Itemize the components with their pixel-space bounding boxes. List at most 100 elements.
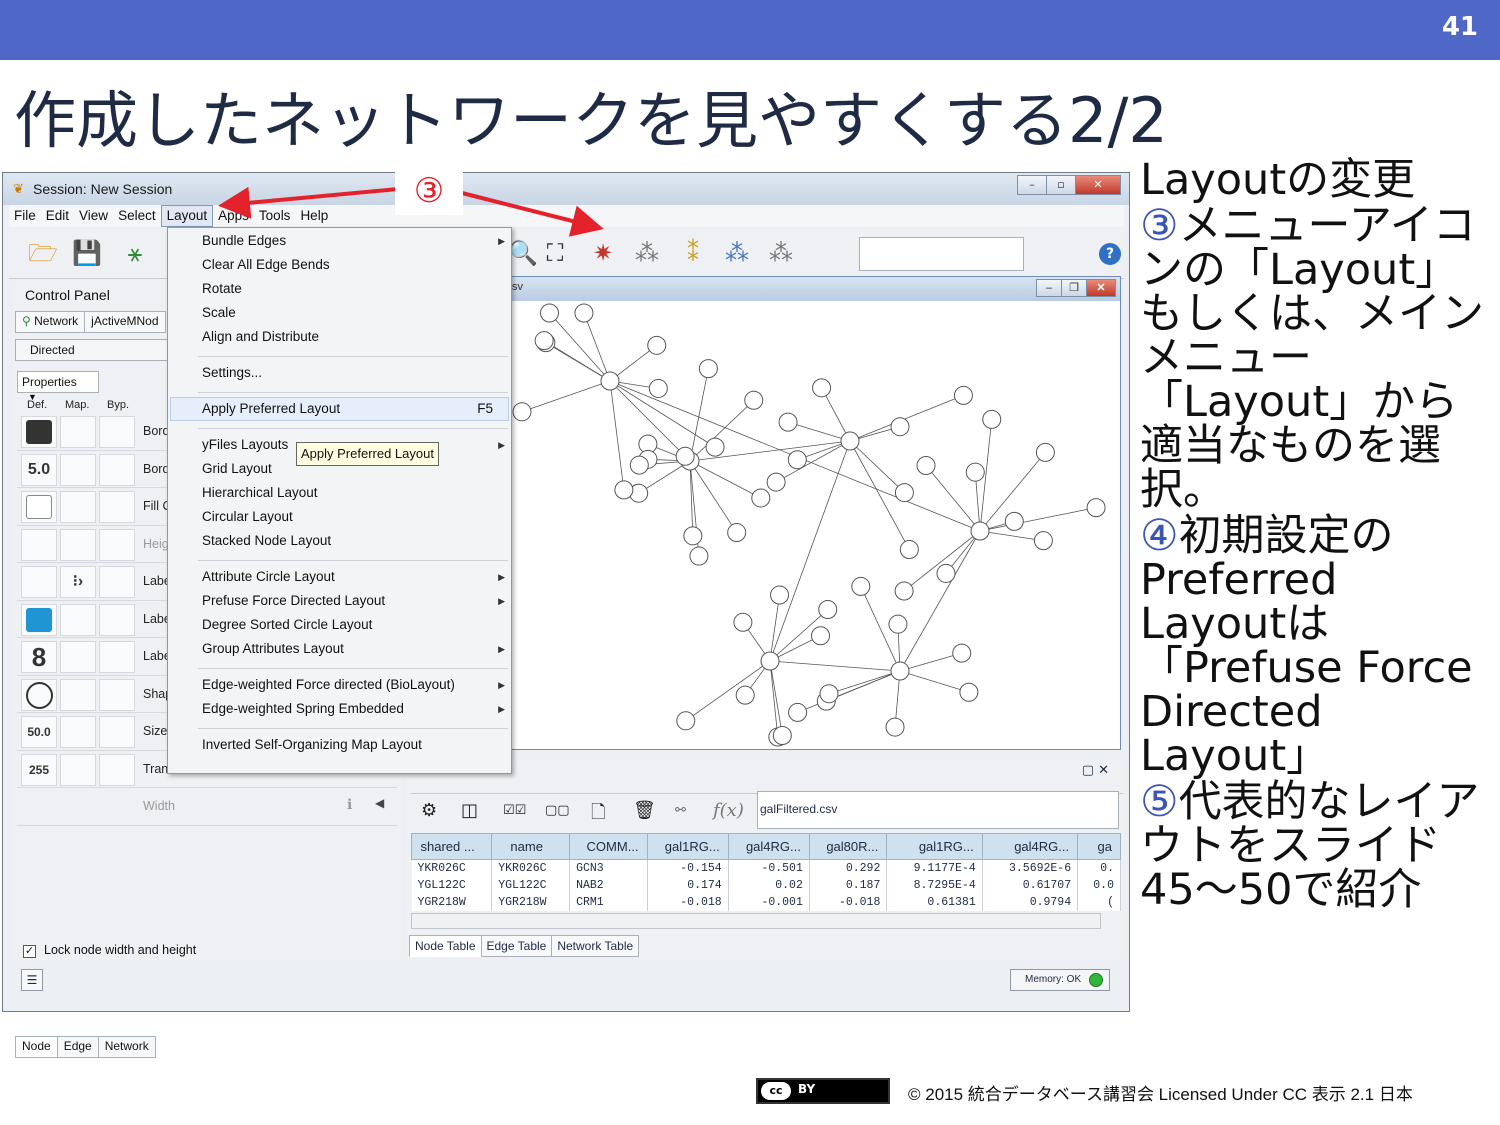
shape-ellipse-icon[interactable]	[21, 678, 57, 711]
network-edge[interactable]	[849, 394, 964, 442]
border-color-swatch[interactable]	[21, 416, 57, 448]
search-input[interactable]	[859, 237, 1024, 271]
menu-view[interactable]: View	[74, 206, 113, 228]
menu-item-degree-sorted-circle[interactable]: Degree Sorted Circle Layout	[202, 614, 372, 636]
tab-network-style[interactable]: Network	[97, 1036, 156, 1058]
network-edge[interactable]	[583, 312, 611, 382]
chevron-left-icon[interactable]: ◀	[375, 796, 384, 810]
menu-item-grid-layout[interactable]: Grid Layout	[202, 458, 272, 480]
label-mapping-icon[interactable]: ⁝›	[60, 566, 96, 598]
network-node[interactable]	[733, 612, 753, 632]
show-hidden-icon[interactable]: ⁂	[765, 237, 797, 269]
node-table[interactable]: shared ... name COMM... gal1RG... gal4RG…	[410, 833, 1121, 911]
tab-node-table[interactable]: Node Table	[409, 935, 482, 957]
zoom-selected-icon[interactable]: ⛶	[539, 237, 571, 269]
network-node[interactable]	[705, 437, 725, 457]
bypass-cell[interactable]	[99, 453, 135, 486]
column-header[interactable]: gal1RG...	[646, 833, 729, 860]
menu-tools[interactable]: Tools	[254, 206, 296, 228]
network-node[interactable]	[787, 450, 807, 470]
network-node[interactable]	[766, 472, 786, 492]
net-close-button[interactable]: ✕	[1086, 279, 1116, 297]
network-node[interactable]	[647, 335, 667, 355]
network-edge[interactable]	[685, 660, 771, 722]
bypass-cell[interactable]	[99, 678, 135, 711]
network-node[interactable]	[629, 455, 649, 475]
tab-jactivemodules[interactable]: jActiveMNod	[84, 311, 166, 333]
network-node[interactable]	[770, 585, 790, 605]
tab-edge[interactable]: Edge	[56, 1036, 99, 1058]
network-edge[interactable]	[775, 440, 851, 483]
close-button[interactable]: ✕	[1075, 175, 1121, 195]
menu-layout[interactable]: Layout	[160, 205, 214, 227]
network-node[interactable]	[772, 726, 792, 746]
column-header[interactable]: gal4RG...	[981, 833, 1079, 860]
network-node[interactable]	[760, 651, 780, 671]
network-edge[interactable]	[828, 670, 901, 695]
column-header[interactable]: ga	[1077, 833, 1121, 860]
apply-layout-icon[interactable]: ✷	[587, 237, 619, 269]
mapping-cell[interactable]	[60, 491, 96, 523]
network-node[interactable]	[648, 378, 668, 398]
bypass-cell[interactable]	[99, 528, 135, 561]
table-row[interactable]: YGR218W YGR218W CRM1 -0.018 -0.001 -0.018 0.61…	[411, 893, 1121, 911]
bypass-cell[interactable]	[99, 491, 135, 523]
network-node[interactable]	[1035, 442, 1055, 462]
new-column-icon[interactable]: 🗋	[591, 800, 605, 830]
height-value[interactable]	[21, 528, 57, 561]
menu-item-scale[interactable]: Scale	[202, 302, 236, 324]
network-node[interactable]	[818, 600, 838, 620]
network-node[interactable]	[600, 371, 620, 391]
menu-apps[interactable]: Apps	[213, 206, 254, 228]
menu-item-rotate[interactable]: Rotate	[202, 278, 242, 300]
task-history-icon[interactable]: ☰	[21, 969, 43, 991]
network-node[interactable]	[698, 359, 718, 379]
gear-icon[interactable]: ⚙	[421, 800, 437, 821]
network-node[interactable]	[1004, 511, 1024, 531]
column-header[interactable]: COMM...	[569, 833, 648, 860]
menu-item-circular-layout[interactable]: Circular Layout	[202, 506, 293, 528]
maximize-button[interactable]: ▫	[1046, 175, 1076, 195]
menu-item-settings[interactable]: Settings...	[202, 362, 262, 384]
link-icon[interactable]: ⚯	[675, 803, 686, 818]
network-node[interactable]	[683, 526, 703, 546]
network-node[interactable]	[676, 711, 696, 731]
network-node[interactable]	[735, 685, 755, 705]
menu-file[interactable]: File	[9, 206, 41, 228]
list-item[interactable]: Width ℹ ◀	[17, 788, 397, 826]
select-all-icon[interactable]: ☑☑	[503, 803, 526, 818]
bypass-cell[interactable]	[99, 566, 135, 598]
table-file-name[interactable]: galFiltered.csv	[757, 791, 1119, 829]
network-node[interactable]	[965, 462, 985, 482]
network-edge[interactable]	[899, 652, 962, 672]
mapping-cell[interactable]	[60, 453, 96, 486]
column-header[interactable]: shared ...	[410, 833, 493, 860]
save-icon[interactable]: 💾	[71, 237, 103, 269]
network-edge[interactable]	[797, 670, 901, 713]
network-node[interactable]	[1033, 531, 1053, 551]
column-header[interactable]: gal1RG...	[886, 833, 983, 860]
function-builder-button[interactable]: f(x)	[713, 800, 744, 821]
mapping-cell[interactable]	[60, 716, 96, 748]
network-node[interactable]	[890, 417, 910, 437]
menu-item-group-attributes[interactable]: Group Attributes Layout	[202, 638, 344, 660]
tab-edge-table[interactable]: Edge Table	[480, 935, 553, 957]
menu-item-clear-edge-bends[interactable]: Clear All Edge Bends	[202, 254, 330, 276]
menu-item-edge-weighted-force-directed[interactable]: Edge-weighted Force directed (BioLayout)	[202, 674, 455, 696]
menu-item-inverted-som[interactable]: Inverted Self-Organizing Map Layout	[202, 734, 422, 756]
net-restore-button[interactable]: ❐	[1061, 279, 1087, 297]
network-node[interactable]	[899, 540, 919, 560]
network-edge[interactable]	[769, 440, 851, 662]
mapping-cell[interactable]	[60, 603, 96, 636]
memory-status-button[interactable]: Memory: OK	[1010, 969, 1110, 991]
network-node[interactable]	[812, 378, 832, 398]
network-edge[interactable]	[849, 440, 905, 493]
table-panel-controls[interactable]: ▢ ✕	[1082, 763, 1109, 778]
bypass-cell[interactable]	[99, 603, 135, 636]
network-node[interactable]	[894, 581, 914, 601]
net-minimize-button[interactable]: –	[1036, 279, 1062, 297]
tab-node[interactable]: Node	[15, 1036, 58, 1058]
network-node[interactable]	[540, 303, 560, 323]
help-icon[interactable]: ?	[1099, 243, 1121, 265]
bypass-cell[interactable]	[99, 416, 135, 448]
